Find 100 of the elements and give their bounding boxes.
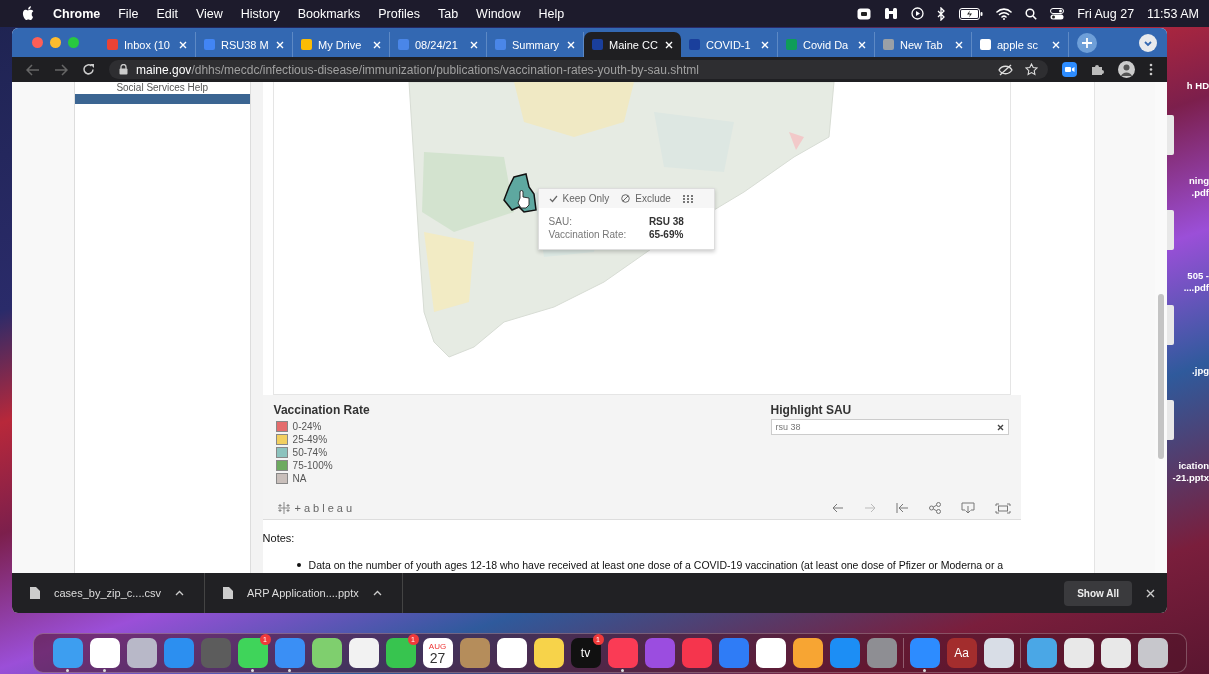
apple-logo-icon[interactable]	[22, 6, 35, 21]
tableau-mark-icon	[276, 501, 291, 515]
menu-item[interactable]: Profiles	[378, 6, 420, 21]
tableau-logo[interactable]: +ableau	[294, 502, 356, 514]
scrollbar-thumb[interactable]	[1158, 294, 1164, 459]
app-menu[interactable]: Chrome	[53, 6, 101, 21]
legend-swatch[interactable]	[275, 460, 288, 471]
back-arrow-icon[interactable]	[26, 63, 40, 76]
menu-bar-date[interactable]: Fri Aug 27	[1077, 6, 1135, 21]
legend-label: 25-49%	[292, 434, 328, 445]
menu-item[interactable]: File	[118, 6, 139, 21]
avatar-icon[interactable]	[1118, 61, 1135, 78]
clear-icon[interactable]	[996, 423, 1004, 431]
menu-item[interactable]: Edit	[156, 6, 178, 21]
calendar-month: AUG	[428, 641, 447, 651]
app-icon-label: tv	[580, 646, 591, 660]
favicon-icon	[301, 39, 312, 50]
zoom-window-button[interactable]	[68, 37, 79, 48]
lock-icon	[119, 64, 128, 75]
caret-up-icon[interactable]	[372, 590, 382, 596]
file-name[interactable]: ication	[1178, 460, 1209, 472]
file-name[interactable]: 505 -	[1187, 270, 1209, 282]
legend-label: 75-100%	[292, 460, 333, 471]
tooltip-value: 65-69%	[648, 229, 685, 240]
undo-arrow-icon[interactable]	[831, 503, 844, 513]
video-camera-extension-icon[interactable]	[1062, 62, 1077, 77]
favicon-icon	[592, 39, 603, 50]
play-circle-icon[interactable]	[911, 7, 925, 20]
menu-item[interactable]: View	[195, 6, 223, 21]
calendar-app-icon[interactable]: AUG 27	[422, 638, 453, 668]
file-name[interactable]: ....pdf	[1183, 282, 1209, 294]
app-icon-label: Aa	[954, 646, 969, 660]
binoculars-icon[interactable]	[884, 7, 899, 20]
favicon-icon	[980, 39, 991, 50]
legend-swatch[interactable]	[275, 447, 288, 458]
reload-icon[interactable]	[82, 63, 95, 76]
favicon-icon	[883, 39, 894, 50]
more-options-icon[interactable]	[1149, 63, 1153, 76]
tooltip-label: Vaccination Rate:	[548, 229, 628, 240]
legend-swatch[interactable]	[275, 421, 288, 432]
download-item[interactable]: ARP Application....pptx	[223, 573, 403, 613]
favicon-icon	[689, 39, 700, 50]
search-icon[interactable]	[1025, 7, 1038, 20]
tooltip-action[interactable]: Exclude	[621, 193, 671, 204]
dictionary-app-icon[interactable]: Aa	[946, 638, 977, 668]
hand-cursor-icon	[517, 190, 530, 209]
filter-title: Highlight SAU	[770, 403, 853, 417]
screen-record-icon[interactable]	[857, 7, 872, 20]
bluetooth-icon[interactable]	[937, 6, 947, 21]
close-icon[interactable]	[1146, 588, 1155, 598]
favicon-icon	[786, 39, 797, 50]
revert-icon[interactable]	[895, 503, 909, 513]
legend-title: Vaccination Rate	[273, 403, 370, 417]
download-icon[interactable]	[960, 502, 975, 514]
puzzle-icon[interactable]	[1091, 63, 1104, 76]
tooltip-action[interactable]: Keep Only	[548, 193, 610, 204]
check-icon	[548, 194, 558, 203]
menu-item[interactable]: Tab	[437, 6, 459, 21]
file-name[interactable]: .jpg	[1192, 365, 1209, 377]
url-field[interactable]: maine.gov/dhhs/mecdc/infectious-disease/immunization/publications/vaccination-rates-youth-by-sau.shtml	[109, 60, 1048, 79]
legend-swatch[interactable]	[275, 473, 288, 484]
battery-icon[interactable]	[959, 7, 984, 20]
bullet-icon	[296, 563, 301, 567]
menu-item[interactable]: History	[240, 6, 280, 21]
file-name[interactable]: -21.pptx	[1172, 472, 1209, 484]
tooltip-label: SAU:	[548, 216, 573, 227]
forward-arrow-icon[interactable]	[54, 63, 68, 76]
favicon-icon	[495, 39, 506, 50]
browser-tab[interactable]: Maine CC	[584, 32, 681, 57]
calendar-day: 27	[429, 650, 446, 665]
favicon-icon	[398, 39, 409, 50]
document-icon	[223, 587, 233, 599]
document-icon	[30, 587, 40, 599]
menu-item[interactable]: Bookmarks	[297, 6, 361, 21]
file-name[interactable]: ning	[1188, 175, 1209, 187]
grid-icon[interactable]	[682, 194, 693, 203]
caret-up-icon[interactable]	[175, 590, 184, 596]
new-tab-plus-icon[interactable]	[1077, 32, 1097, 53]
wifi-icon[interactable]	[996, 7, 1013, 20]
download-item[interactable]: cases_by_zip_c....csv	[30, 573, 205, 613]
favicon-icon	[204, 39, 215, 50]
legend-label: NA	[292, 473, 307, 484]
menu-bar-time[interactable]: 11:53 AM	[1147, 6, 1199, 21]
tab-search-icon[interactable]	[1139, 34, 1157, 52]
minimize-window-button[interactable]	[50, 37, 61, 48]
fullscreen-icon[interactable]	[994, 502, 1011, 514]
file-name[interactable]: h HD	[1186, 80, 1209, 92]
menu-item[interactable]: Help	[538, 6, 565, 21]
file-name[interactable]: .pdf	[1191, 187, 1209, 199]
prohibited-icon	[621, 194, 631, 203]
notes-heading: Notes:	[262, 532, 296, 544]
share-icon[interactable]	[928, 502, 941, 514]
toggle-switches-icon[interactable]	[1050, 7, 1065, 20]
show-all-button[interactable]: Show All	[1064, 580, 1132, 606]
star-icon[interactable]	[1025, 63, 1038, 76]
eye-slash-icon[interactable]	[998, 63, 1013, 76]
legend-swatch[interactable]	[275, 434, 288, 445]
highlight-search-field[interactable]: rsu 38	[770, 419, 1009, 435]
menu-item[interactable]: Window	[476, 6, 521, 21]
sidebar-link[interactable]: Social Services Help	[116, 82, 209, 94]
